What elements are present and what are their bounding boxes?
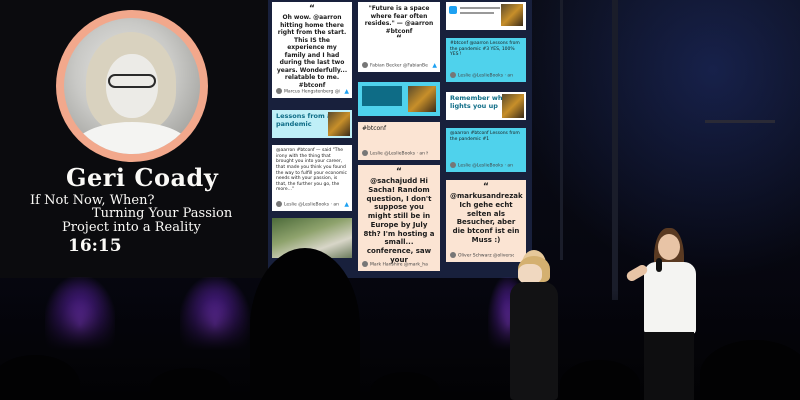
presenter-left <box>504 250 564 400</box>
twitter-bird-icon: ▲ <box>432 61 437 69</box>
twitter-bird-icon: ▲ <box>344 87 349 95</box>
glasses-icon <box>108 74 156 88</box>
quote-mark-icon: “ <box>483 182 489 192</box>
tweet-text: #btconf @aarron Lessons from the pandemi… <box>450 41 520 58</box>
lighting-truss <box>560 0 563 260</box>
audience-head <box>150 368 230 400</box>
talk-title-line2: Turning Your Passion <box>92 206 233 221</box>
quote-mark-icon: “ <box>396 34 402 44</box>
speaker-slide: Geri Coady If Not Now, When? Turning You… <box>0 0 268 278</box>
talk-time: 16:15 <box>68 236 122 256</box>
tweet-text: Oh wow. @aarron hitting home there right… <box>276 14 348 89</box>
tweet-author: Leslie @LeslieBooks · an hour ago <box>450 162 514 169</box>
tweet-author: Fabian Becker @FabianBecker · an hour ag… <box>362 62 428 69</box>
tweet-text: @markusandrezak Ich gehe echt selten als… <box>450 192 523 244</box>
lighting-truss <box>705 120 775 123</box>
quote-mark-icon: “ <box>396 167 402 177</box>
banner-text: Lessons from a pandemic <box>276 112 332 128</box>
tweet-card: "Future is a space where fear often resi… <box>358 2 440 72</box>
tweet-text: @aarron #btconf Lessons from the pandemi… <box>450 131 520 142</box>
tweet-card: “ @sachajudd Hi Sacha! Random question, … <box>358 165 440 271</box>
tweet-author: Marcus Hengstenberg @itsmarc · an hour a… <box>276 88 340 95</box>
tweet-card: #btconf @aarron Lessons from the pandemi… <box>446 38 526 82</box>
speaker-portrait <box>64 18 200 154</box>
wall-banner: Remember what lights you up <box>446 92 526 120</box>
lighting-truss <box>612 0 618 300</box>
tweet-card: @aarron #btconf Lessons from the pandemi… <box>446 128 526 172</box>
tweet-author: Leslie @LeslieBooks · an hour ago <box>450 72 514 79</box>
tweet-text: "Future is a space where fear often resi… <box>364 5 434 35</box>
tweet-wall: “ Oh wow. @aarron hitting home there rig… <box>268 0 532 278</box>
twitter-bird-icon: ▲ <box>344 200 349 208</box>
tweet-text: #btconf <box>362 125 387 132</box>
banner-photo <box>502 94 524 118</box>
tweet-image-card <box>358 82 440 116</box>
tweet-author: Leslie @LeslieBooks · an hour ago <box>362 150 428 157</box>
microphone-icon <box>656 258 662 272</box>
tweet-card <box>446 2 526 30</box>
tweet-card: @aarron #btconf — said "The irony with t… <box>272 145 352 211</box>
banner-photo <box>328 112 350 136</box>
tweet-text: @aarron #btconf — said "The irony with t… <box>276 148 348 193</box>
tweet-author: Leslie @LeslieBooks · an hour ago <box>276 201 340 208</box>
tweet-card: “ Oh wow. @aarron hitting home there rig… <box>272 2 352 98</box>
audience-head <box>250 248 360 400</box>
tweet-text: @sachajudd Hi Sacha! Random question, I … <box>363 177 435 264</box>
tweet-author: Mark Hanshire @mark_hans · an hour ago <box>362 261 428 268</box>
quote-mark-icon: “ <box>309 4 315 14</box>
talk-title-line3: Project into a Reality <box>62 220 201 235</box>
tweet-card: #btconf Leslie @LeslieBooks · an hour ag… <box>358 122 440 160</box>
wall-banner: Lessons from a pandemic <box>272 110 352 138</box>
speaker-name: Geri Coady <box>66 163 219 192</box>
